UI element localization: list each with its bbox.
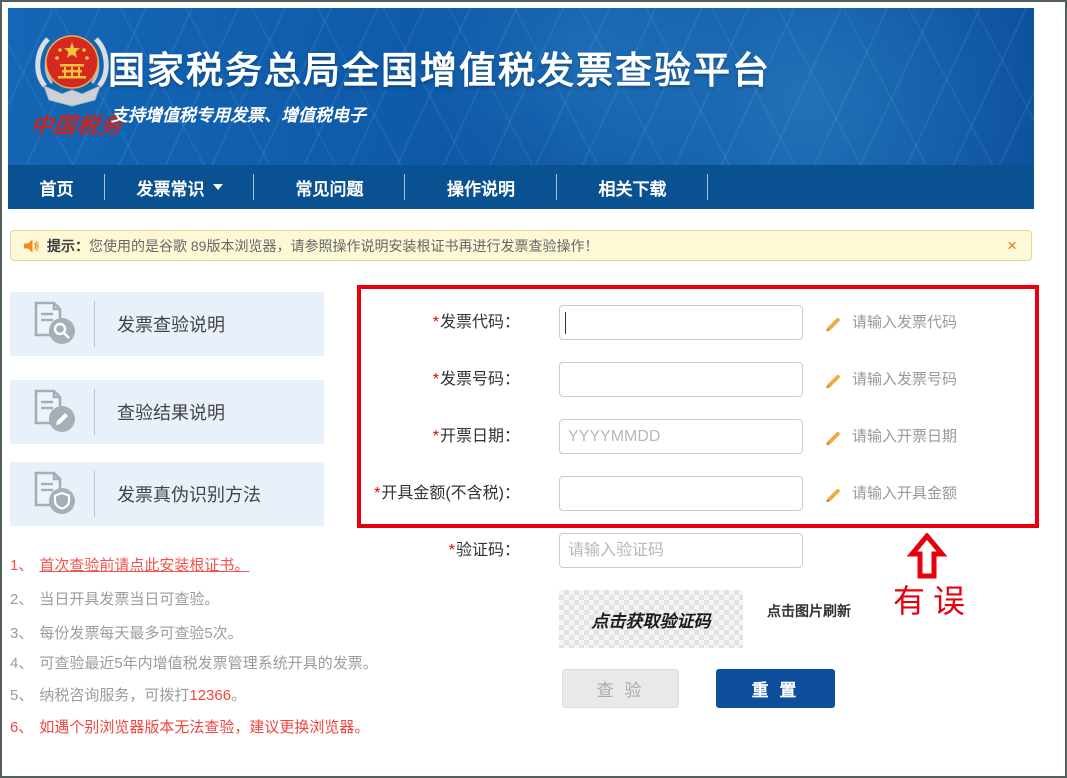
- pencil-icon: [822, 427, 842, 447]
- nav-item-downloads[interactable]: 相关下载: [557, 165, 708, 209]
- invoice-code-hint: 请输入发票代码: [852, 305, 957, 341]
- amount-hint: 请输入开具金额: [852, 476, 957, 512]
- captcha-image-button[interactable]: 点击获取验证码: [559, 590, 743, 648]
- nav-item-invoice-knowledge[interactable]: 发票常识: [105, 165, 254, 209]
- note-hotline: 5、纳税咨询服务，可拨打12366。: [10, 684, 246, 705]
- verify-button[interactable]: 查 验: [562, 669, 679, 708]
- invoice-code-input[interactable]: [559, 305, 803, 340]
- form-row-invoice-code: *发票代码： 请输入发票代码: [2, 305, 1042, 341]
- nav-item-faq[interactable]: 常见问题: [254, 165, 405, 209]
- chevron-down-icon: [213, 184, 223, 190]
- amount-label: *开具金额(不含税)：: [330, 476, 520, 512]
- form-row-amount: *开具金额(不含税)： 请输入开具金额: [2, 476, 1042, 512]
- form-row-captcha: *验证码：: [2, 533, 1042, 569]
- page-subtitle: 支持增值税专用发票、增值税电子: [111, 101, 366, 126]
- browser-alert-bar: 提示： 您使用的是谷歌 89版本浏览器，请参照操作说明安装根证书再进行发票查验操…: [10, 230, 1032, 261]
- invoice-date-label: *开票日期：: [330, 419, 520, 455]
- alert-message: 您使用的是谷歌 89版本浏览器，请参照操作说明安装根证书再进行发票查验操作！: [89, 236, 598, 256]
- page: 中国税务 国家税务总局全国增值税发票查验平台 支持增值税专用发票、增值税电子 首…: [0, 0, 1067, 778]
- captcha-input[interactable]: [559, 533, 803, 568]
- captcha-refresh-hint: 点击图片刷新: [767, 601, 851, 621]
- header-banner: 中国税务 国家税务总局全国增值税发票查验平台 支持增值税专用发票、增值税电子: [8, 8, 1034, 165]
- page-title: 国家税务总局全国增值税发票查验平台: [108, 40, 771, 94]
- captcha-image-text: 点击获取验证码: [592, 607, 711, 632]
- up-arrow-icon: [906, 533, 948, 579]
- hotline-number: 12366: [189, 687, 231, 704]
- invoice-number-label: *发票号码：: [330, 362, 520, 398]
- note-browser-advice: 6、如遇个别浏览器版本无法查验，建议更换浏览器。: [10, 716, 369, 737]
- invoice-code-label: *发票代码：: [330, 305, 520, 341]
- speaker-icon: [23, 238, 39, 254]
- nav-item-home[interactable]: 首页: [8, 165, 105, 209]
- note-five-times: 3、每份发票每天最多可查验5次。: [10, 622, 243, 643]
- pencil-icon: [822, 313, 842, 333]
- invoice-number-input[interactable]: [559, 362, 803, 397]
- note-five-years: 4、可查验最近5年内增值税发票管理系统开具的发票。: [10, 652, 378, 673]
- invoice-date-input[interactable]: [559, 419, 803, 454]
- form-row-invoice-date: *开票日期： 请输入开票日期: [2, 419, 1042, 455]
- pencil-icon: [822, 370, 842, 390]
- reset-button[interactable]: 重 置: [716, 669, 835, 708]
- captcha-label: *验证码：: [330, 533, 520, 569]
- alert-prefix: 提示：: [47, 236, 89, 256]
- invoice-number-hint: 请输入发票号码: [852, 362, 957, 398]
- national-emblem-logo: [32, 26, 112, 112]
- amount-input[interactable]: [559, 476, 803, 511]
- text-cursor: [565, 312, 566, 334]
- pencil-icon: [822, 484, 842, 504]
- form-row-invoice-number: *发票号码： 请输入发票号码: [2, 362, 1042, 398]
- close-icon[interactable]: ×: [1007, 236, 1017, 256]
- note-same-day: 2、当日开具发票当日可查验。: [10, 588, 219, 609]
- error-annotation-label: 有误: [893, 576, 973, 622]
- invoice-date-hint: 请输入开票日期: [852, 419, 957, 455]
- nav-item-instructions[interactable]: 操作说明: [405, 165, 557, 209]
- main-nav: 首页 发票常识 常见问题 操作说明 相关下载: [8, 165, 1034, 209]
